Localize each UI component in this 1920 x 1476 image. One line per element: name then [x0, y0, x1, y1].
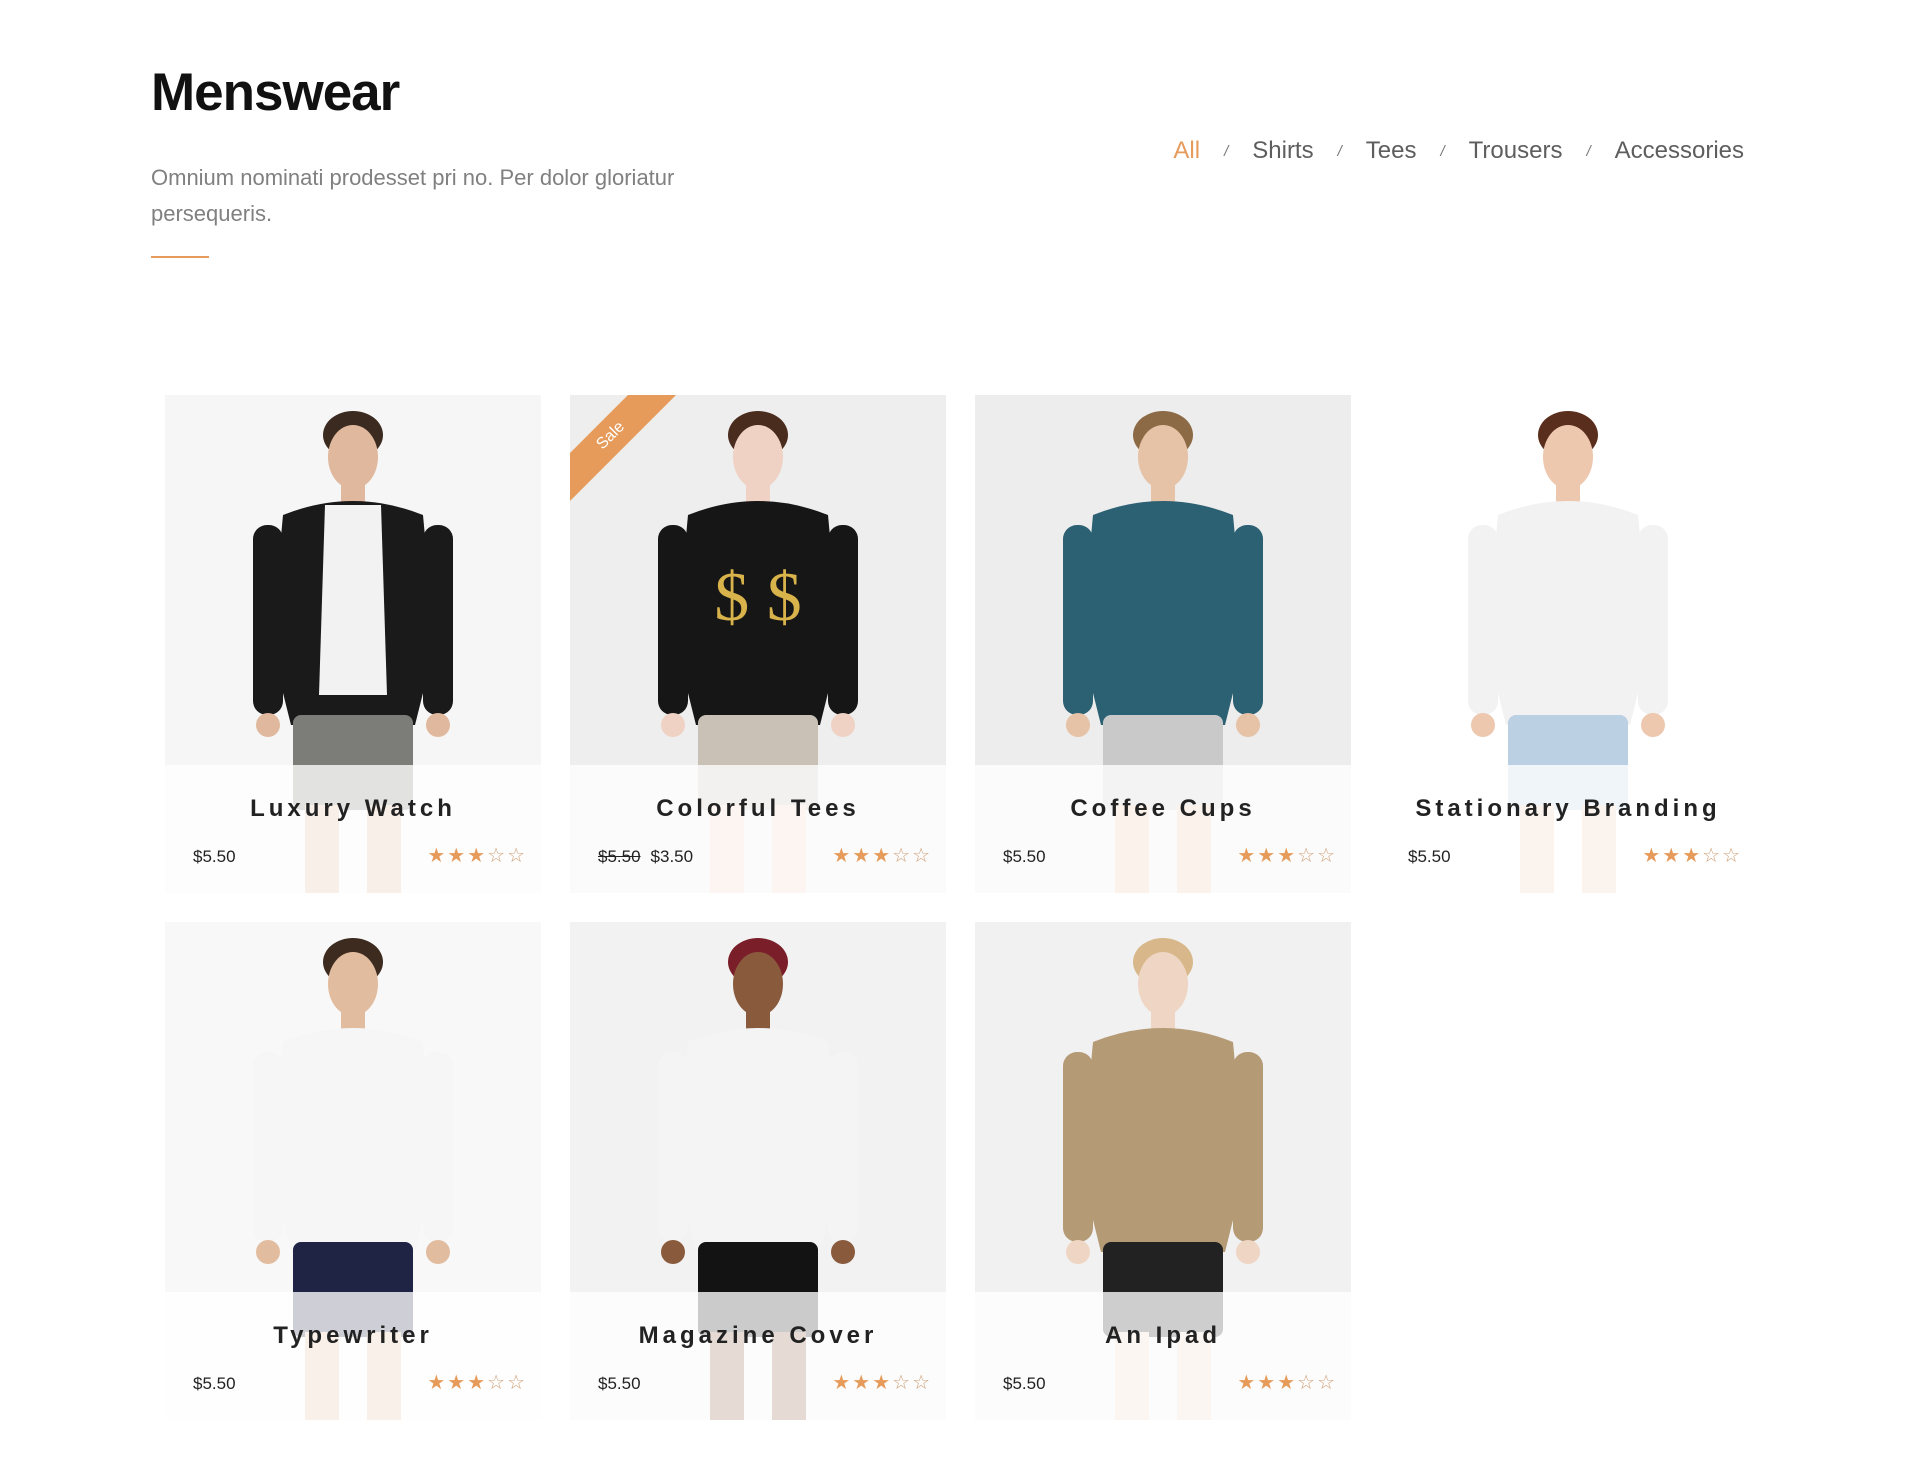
product-price: $5.50 — [193, 1374, 236, 1394]
star-empty-icon: ☆ — [1702, 845, 1723, 867]
product-card[interactable]: $ $ Sale Colorful Tees $5.50 $3.50 ★★★☆☆ — [570, 395, 946, 893]
page-description: Omnium nominati prodesset pri no. Per do… — [151, 165, 675, 226]
filter-all[interactable]: All — [1173, 137, 1200, 165]
current-price: $5.50 — [1408, 847, 1451, 866]
star-empty-icon: ☆ — [487, 1372, 508, 1394]
product-price: $5.50 $3.50 — [598, 847, 693, 867]
product-info: Typewriter $5.50 ★★★☆☆ — [165, 1292, 541, 1420]
product-name[interactable]: Typewriter — [165, 1322, 541, 1350]
category-filters: All / Shirts / Tees / Trousers / Accesso… — [1173, 137, 1744, 165]
product-price: $5.50 — [193, 847, 236, 867]
star-filled-icon: ★ — [1257, 1372, 1278, 1394]
product-price: $5.50 — [1408, 847, 1451, 867]
filter-separator: / — [1337, 142, 1342, 160]
star-filled-icon: ★ — [467, 845, 488, 867]
star-filled-icon: ★ — [832, 1372, 853, 1394]
star-empty-icon: ☆ — [1317, 1372, 1337, 1394]
star-empty-icon: ☆ — [1297, 845, 1318, 867]
rating-stars: ★★★☆☆ — [832, 1370, 932, 1395]
current-price: $5.50 — [598, 1374, 641, 1393]
rating-stars: ★★★☆☆ — [427, 843, 527, 868]
product-price: $5.50 — [598, 1374, 641, 1394]
old-price: $5.50 — [598, 847, 641, 866]
product-card[interactable]: Luxury Watch $5.50 ★★★☆☆ — [165, 395, 541, 893]
star-empty-icon: ☆ — [1722, 845, 1742, 867]
product-info: Coffee Cups $5.50 ★★★☆☆ — [975, 765, 1351, 893]
filter-shirts[interactable]: Shirts — [1252, 137, 1313, 165]
product-card[interactable]: An Ipad $5.50 ★★★☆☆ — [975, 922, 1351, 1420]
filter-trousers[interactable]: Trousers — [1469, 137, 1563, 165]
product-card[interactable]: Coffee Cups $5.50 ★★★☆☆ — [975, 395, 1351, 893]
product-info: Luxury Watch $5.50 ★★★☆☆ — [165, 765, 541, 893]
product-price: $5.50 — [1003, 847, 1046, 867]
star-empty-icon: ☆ — [892, 1372, 913, 1394]
star-empty-icon: ☆ — [892, 845, 913, 867]
star-filled-icon: ★ — [832, 845, 853, 867]
star-filled-icon: ★ — [467, 1372, 488, 1394]
star-filled-icon: ★ — [1277, 845, 1298, 867]
star-filled-icon: ★ — [1257, 845, 1278, 867]
filter-accessories[interactable]: Accessories — [1615, 137, 1744, 165]
product-name[interactable]: Colorful Tees — [570, 795, 946, 823]
product-info: An Ipad $5.50 ★★★☆☆ — [975, 1292, 1351, 1420]
filter-tees[interactable]: Tees — [1366, 137, 1417, 165]
star-filled-icon: ★ — [1237, 845, 1258, 867]
product-name[interactable]: Coffee Cups — [975, 795, 1351, 823]
svg-text:$ $: $ $ — [714, 559, 802, 636]
star-filled-icon: ★ — [1237, 1372, 1258, 1394]
product-price: $5.50 — [1003, 1374, 1046, 1394]
star-filled-icon: ★ — [427, 845, 448, 867]
star-filled-icon: ★ — [447, 1372, 468, 1394]
star-filled-icon: ★ — [427, 1372, 448, 1394]
filter-separator: / — [1224, 142, 1229, 160]
rating-stars: ★★★☆☆ — [1237, 1370, 1337, 1395]
star-filled-icon: ★ — [1662, 845, 1683, 867]
product-card[interactable]: Typewriter $5.50 ★★★☆☆ — [165, 922, 541, 1420]
page-title: Menswear — [151, 63, 400, 122]
star-filled-icon: ★ — [1642, 845, 1663, 867]
product-name[interactable]: Stationary Branding — [1380, 795, 1756, 823]
star-empty-icon: ☆ — [912, 845, 932, 867]
current-price: $5.50 — [1003, 847, 1046, 866]
rating-stars: ★★★☆☆ — [1237, 843, 1337, 868]
current-price: $5.50 — [193, 1374, 236, 1393]
rating-stars: ★★★☆☆ — [427, 1370, 527, 1395]
star-empty-icon: ☆ — [507, 845, 527, 867]
star-empty-icon: ☆ — [1317, 845, 1337, 867]
star-filled-icon: ★ — [1682, 845, 1703, 867]
star-filled-icon: ★ — [447, 845, 468, 867]
product-card[interactable]: Magazine Cover $5.50 ★★★☆☆ — [570, 922, 946, 1420]
product-name[interactable]: Luxury Watch — [165, 795, 541, 823]
star-empty-icon: ☆ — [912, 1372, 932, 1394]
product-info: Stationary Branding $5.50 ★★★☆☆ — [1380, 765, 1756, 893]
star-empty-icon: ☆ — [1297, 1372, 1318, 1394]
current-price: $5.50 — [1003, 1374, 1046, 1393]
product-card[interactable]: Stationary Branding $5.50 ★★★☆☆ — [1380, 395, 1756, 893]
filter-separator: / — [1586, 142, 1591, 160]
star-filled-icon: ★ — [852, 1372, 873, 1394]
product-name[interactable]: An Ipad — [975, 1322, 1351, 1350]
star-filled-icon: ★ — [872, 1372, 893, 1394]
product-info: Magazine Cover $5.50 ★★★☆☆ — [570, 1292, 946, 1420]
title-underline — [151, 256, 209, 258]
rating-stars: ★★★☆☆ — [832, 843, 932, 868]
star-filled-icon: ★ — [1277, 1372, 1298, 1394]
page: Menswear Omnium nominati prodesset pri n… — [0, 0, 1920, 1476]
current-price: $5.50 — [193, 847, 236, 866]
star-filled-icon: ★ — [852, 845, 873, 867]
star-empty-icon: ☆ — [507, 1372, 527, 1394]
star-empty-icon: ☆ — [487, 845, 508, 867]
star-filled-icon: ★ — [872, 845, 893, 867]
filter-separator: / — [1440, 142, 1445, 160]
current-price: $3.50 — [650, 847, 694, 866]
rating-stars: ★★★☆☆ — [1642, 843, 1742, 868]
product-name[interactable]: Magazine Cover — [570, 1322, 946, 1350]
product-info: Colorful Tees $5.50 $3.50 ★★★☆☆ — [570, 765, 946, 893]
